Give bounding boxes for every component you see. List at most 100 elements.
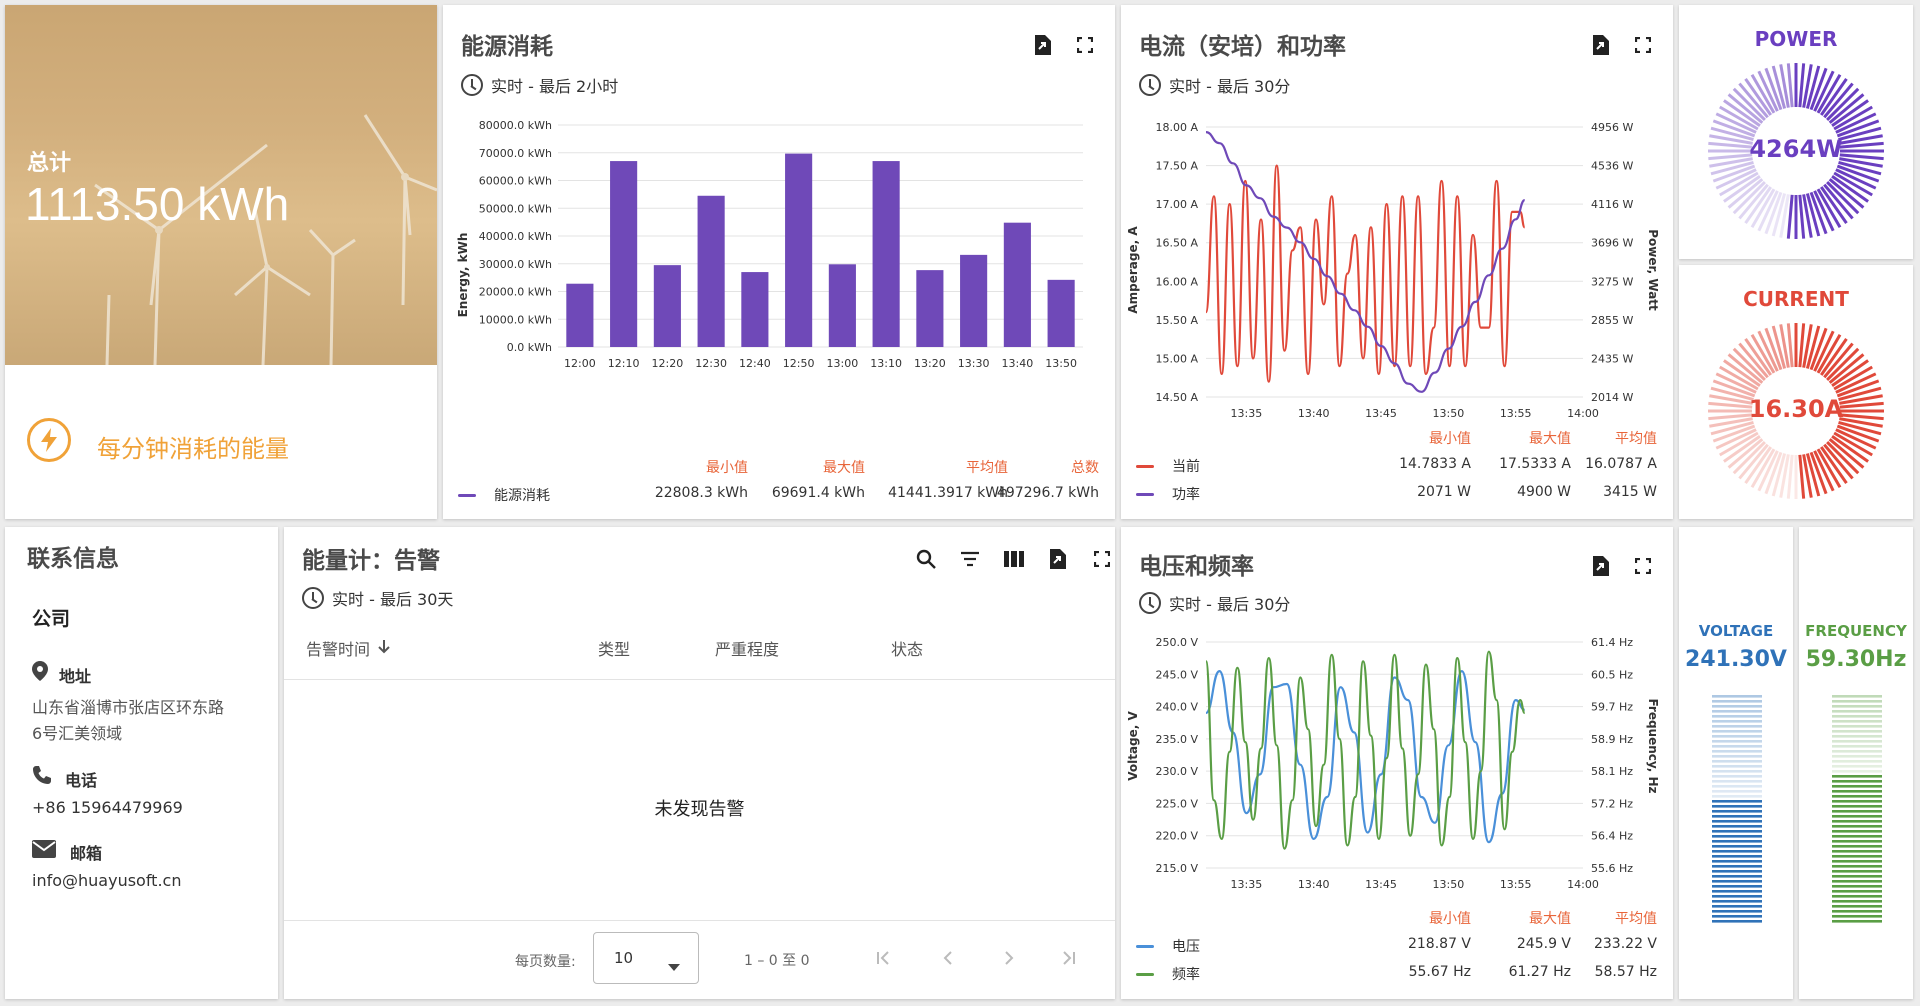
y-right-tick-label: 3275 W (1591, 275, 1633, 288)
page-size-select[interactable]: 10 (593, 932, 699, 984)
y-left-tick-label: 250.0 V (1155, 636, 1198, 649)
email-address[interactable]: info@huayusoft.cn (32, 871, 181, 890)
power-gauge-value: 4264W (1749, 135, 1843, 163)
y-right-tick-label: 55.6 Hz (1591, 862, 1633, 875)
export-icon[interactable] (1046, 547, 1070, 571)
voltage-bar-gauge (1712, 695, 1762, 923)
power-ylabel: Power, Watt (1646, 229, 1660, 311)
column-header-status[interactable]: 状态 (891, 636, 923, 660)
y-right-tick-label: 61.4 Hz (1591, 636, 1633, 649)
alarms-card: 能量计：告警 实时 - 最后 30天 告警时间 类型 严重程度 状态 未发现告警… (284, 527, 1115, 999)
x-tick-label: 13:50 (1045, 357, 1077, 370)
gauge-segment (1712, 695, 1762, 698)
current-power-toolbar (1589, 33, 1655, 57)
power-gauge-title: POWER (1754, 27, 1838, 51)
gauge-tick (1798, 323, 1806, 368)
gauge-segment (1832, 825, 1882, 828)
voltage-frequency-subtitle-text: 实时 - 最后 30分 (1169, 595, 1291, 614)
x-tick-label: 13:50 (1433, 878, 1465, 891)
gauge-segment (1712, 790, 1762, 793)
fullscreen-icon[interactable] (1631, 33, 1655, 57)
current-power-subtitle: 实时 - 最后 30分 (1139, 73, 1290, 97)
frequency-legend-swatch (1136, 973, 1154, 976)
filter-icon[interactable] (958, 547, 982, 571)
clock-icon (1139, 592, 1161, 614)
energy-bar (872, 161, 900, 347)
gauge-segment (1712, 890, 1762, 893)
voltage-frequency-card: 电压和频率 实时 - 最后 30分 Voltage, V Frequency, … (1121, 527, 1673, 999)
y-left-tick-label: 16.00 A (1155, 275, 1198, 288)
export-icon[interactable] (1589, 554, 1613, 578)
gauge-segment (1712, 895, 1762, 898)
energy-card-subtitle-text: 实时 - 最后 2小时 (491, 77, 619, 96)
gauge-segment (1712, 720, 1762, 723)
arrow-down-icon (378, 639, 390, 658)
previous-page-icon[interactable] (940, 950, 956, 970)
export-icon[interactable] (1589, 33, 1613, 57)
fullscreen-icon[interactable] (1073, 33, 1097, 57)
frequency-gauge-value: 59.30Hz (1805, 647, 1907, 672)
current-ylabel: Amperage, A (1126, 226, 1140, 314)
gauge-segment (1832, 845, 1882, 848)
gauge-segment (1712, 830, 1762, 833)
gauge-segment (1832, 835, 1882, 838)
y-tick-label: 40000.0 kWh (479, 230, 552, 243)
y-left-tick-label: 15.00 A (1155, 352, 1198, 365)
y-right-tick-label: 2435 W (1591, 352, 1633, 365)
gauge-segment (1712, 870, 1762, 873)
y-tick-label: 70000.0 kWh (479, 147, 552, 160)
y-tick-label: 60000.0 kWh (479, 175, 552, 188)
gauge-tick (1798, 454, 1806, 499)
gauge-segment (1712, 840, 1762, 843)
gauge-segment (1832, 735, 1882, 738)
x-tick-label: 12:30 (695, 357, 727, 370)
last-page-icon[interactable] (1060, 950, 1076, 970)
gauge-segment (1712, 885, 1762, 888)
first-page-icon[interactable] (876, 950, 892, 970)
address-line2: 6号汇美领域 (32, 724, 123, 743)
column-header-time[interactable]: 告警时间 (306, 636, 390, 660)
gauge-segment (1832, 910, 1882, 913)
gauge-segment (1712, 765, 1762, 768)
column-header-type[interactable]: 类型 (598, 636, 630, 660)
x-tick-label: 13:35 (1231, 878, 1263, 891)
location-pin-icon (32, 661, 48, 685)
y-left-tick-label: 235.0 V (1155, 733, 1198, 746)
column-header-severity[interactable]: 严重程度 (715, 636, 779, 660)
y-right-tick-label: 58.1 Hz (1591, 765, 1633, 778)
power-legend-label: 功率 (1172, 487, 1200, 503)
voltage-frequency-line-chart: Voltage, V Frequency, Hz 215.0 V 55.6 Hz 2… (1126, 636, 1660, 891)
energy-bar (653, 265, 681, 347)
gauge-segment (1712, 850, 1762, 853)
energy-bar (610, 161, 638, 347)
export-icon[interactable] (1031, 33, 1055, 57)
gauge-segment (1712, 715, 1762, 718)
current-gauge-value: 16.30A (1748, 395, 1844, 423)
next-page-icon[interactable] (1001, 950, 1017, 970)
energy-card-subtitle: 实时 - 最后 2小时 (461, 73, 618, 97)
x-tick-label: 13:55 (1500, 407, 1532, 420)
alarms-title: 能量计：告警 (302, 548, 440, 574)
voltage-frequency-toolbar (1589, 554, 1655, 578)
gauge-segment (1832, 755, 1882, 758)
gauge-segment (1832, 870, 1882, 873)
search-icon[interactable] (914, 547, 938, 571)
energy-bar (916, 270, 944, 347)
y-right-tick-label: 3696 W (1591, 237, 1633, 250)
y-tick-label: 0.0 kWh (507, 341, 552, 354)
series-line-2 (1204, 650, 1526, 850)
gauge-segment (1832, 875, 1882, 878)
fullscreen-icon[interactable] (1090, 547, 1114, 571)
phone-number[interactable]: +86 15964479969 (32, 798, 183, 817)
energy-stat-max-head: 最大值 (823, 460, 865, 476)
fullscreen-icon[interactable] (1631, 554, 1655, 578)
y-left-tick-label: 245.0 V (1155, 668, 1198, 681)
cp-stat-avg-head: 平均值 (1615, 431, 1657, 447)
gauge-tick (1798, 63, 1806, 108)
y-right-tick-label: 4956 W (1591, 121, 1633, 134)
y-right-tick-label: 57.2 Hz (1591, 797, 1633, 810)
page-size-value: 10 (614, 949, 634, 967)
total-energy-card: 总计 1113.50 kWh 每分钟消耗的能量 (5, 5, 437, 519)
columns-icon[interactable] (1002, 547, 1026, 571)
gauge-segment (1832, 750, 1882, 753)
